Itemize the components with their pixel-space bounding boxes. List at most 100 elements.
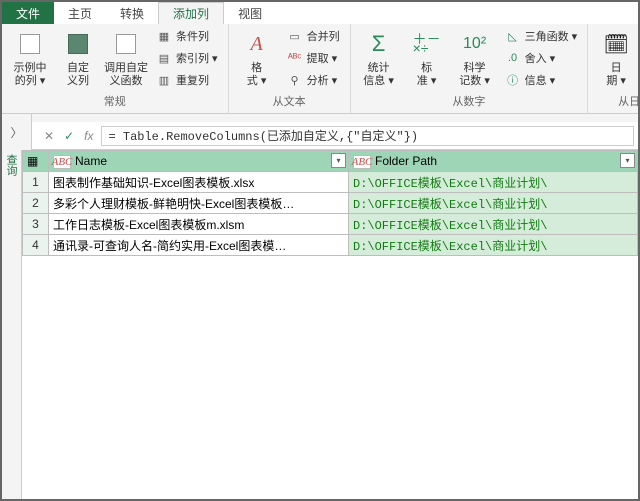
ribbon-group-text: A 格 式 ▾ ▭合并列 ᴬᴮᶜ提取 ▾ ⚲分析 ▾ 从文本: [229, 24, 351, 113]
extract-icon: ᴬᴮᶜ: [287, 50, 303, 66]
table-row[interactable]: 1图表制作基础知识-Excel图表模板.xlsxD:\OFFICE模板\Exce…: [23, 172, 638, 193]
btn-label: 信息 ▾: [525, 72, 556, 88]
type-abc-icon: ABC: [53, 155, 71, 169]
format-icon: A: [241, 28, 273, 60]
cancel-formula-icon[interactable]: ✕: [44, 129, 54, 143]
table-row[interactable]: 2多彩个人理财模板-鲜艳明快-Excel图表模板…D:\OFFICE模板\Exc…: [23, 193, 638, 214]
cell-name[interactable]: 图表制作基础知识-Excel图表模板.xlsx: [49, 172, 349, 193]
btn-label: 合并列: [307, 28, 340, 44]
tab-file[interactable]: 文件: [2, 2, 54, 24]
btn-date[interactable]: 🗓 日 期 ▾: [594, 26, 638, 90]
btn-trig[interactable]: ◺三角函数 ▾: [501, 26, 582, 46]
btn-label: 分析 ▾: [307, 72, 338, 88]
ribbon: 示例中 的列 ▾ 自定 义列 调用自定 义函数 ▦条件列 ▤索引列 ▾ ▥重复列…: [2, 24, 638, 114]
fx-icon[interactable]: fx: [84, 129, 93, 143]
btn-label: 条件列: [176, 28, 209, 44]
cell-folder-path[interactable]: D:\OFFICE模板\Excel\商业计划\: [349, 214, 638, 235]
btn-rounding[interactable]: .0舍入 ▾: [501, 48, 582, 68]
cell-folder-path[interactable]: D:\OFFICE模板\Excel\商业计划\: [349, 193, 638, 214]
info-icon: ⓘ: [505, 72, 521, 88]
group-label-text: 从文本: [235, 91, 344, 113]
formula-input[interactable]: = Table.RemoveColumns(已添加自定义,{"自定义"}): [101, 126, 634, 146]
btn-label: 提取 ▾: [307, 50, 338, 66]
tab-home[interactable]: 主页: [54, 2, 106, 24]
btn-conditional-column[interactable]: ▦条件列: [152, 26, 222, 46]
btn-label: 索引列 ▾: [176, 50, 218, 66]
btn-label: 格 式 ▾: [247, 62, 267, 88]
grid-corner[interactable]: ▦: [23, 151, 49, 172]
table-add-icon: [62, 28, 94, 60]
table-row[interactable]: 3工作日志模板-Excel图表模板m.xlsmD:\OFFICE模板\Excel…: [23, 214, 638, 235]
scientific-icon: 10²: [459, 28, 491, 60]
btn-column-from-example[interactable]: 示例中 的列 ▾: [8, 26, 52, 90]
duplicate-icon: ▥: [156, 72, 172, 88]
cell-folder-path[interactable]: D:\OFFICE模板\Excel\商业计划\: [349, 172, 638, 193]
row-header[interactable]: 1: [23, 172, 49, 193]
btn-label: 舍入 ▾: [525, 50, 556, 66]
btn-parse[interactable]: ⚲分析 ▾: [283, 70, 344, 90]
sigma-icon: Σ: [363, 28, 395, 60]
column-label: Folder Path: [375, 154, 437, 168]
btn-merge-columns[interactable]: ▭合并列: [283, 26, 344, 46]
row-header[interactable]: 3: [23, 214, 49, 235]
parse-icon: ⚲: [287, 72, 303, 88]
btn-extract[interactable]: ᴬᴮᶜ提取 ▾: [283, 48, 344, 68]
group-label-number: 从数字: [357, 91, 582, 113]
btn-statistics[interactable]: Σ 统计 信息 ▾: [357, 26, 401, 90]
ribbon-group-general: 示例中 的列 ▾ 自定 义列 调用自定 义函数 ▦条件列 ▤索引列 ▾ ▥重复列…: [2, 24, 229, 113]
filter-dropdown-icon[interactable]: ▾: [331, 153, 346, 168]
grid-zone: ▦ ABC Name ▾ ABC Folder Path ▾ 1图表制作基础知识-E…: [22, 150, 638, 499]
group-label-date: 从日期和: [594, 91, 640, 113]
pane-toggle[interactable]: 〉: [2, 114, 32, 150]
conditional-icon: ▦: [156, 28, 172, 44]
btn-label: 调用自定 义函数: [104, 62, 148, 88]
ribbon-group-number: Σ 统计 信息 ▾ ＋－×÷ 标 准 ▾ 10² 科学 记数 ▾ ◺三角函数 ▾…: [351, 24, 589, 113]
ribbon-tabbar: 文件 主页 转换 添加列 视图: [2, 2, 638, 24]
btn-standard[interactable]: ＋－×÷ 标 准 ▾: [405, 26, 449, 90]
btn-invoke-custom-fn[interactable]: 调用自定 义函数: [104, 26, 148, 90]
btn-custom-column[interactable]: 自定 义列: [56, 26, 100, 90]
btn-label: 统计 信息 ▾: [363, 62, 394, 88]
table-fx-icon: [110, 28, 142, 60]
column-label: Name: [75, 154, 107, 168]
btn-label: 三角函数 ▾: [525, 28, 578, 44]
trig-icon: ◺: [505, 28, 521, 44]
table-row[interactable]: 4通讯录-可查询人名-简约实用-Excel图表模…D:\OFFICE模板\Exc…: [23, 235, 638, 256]
queries-pane-collapsed[interactable]: 查询: [2, 150, 22, 499]
btn-format[interactable]: A 格 式 ▾: [235, 26, 279, 90]
index-icon: ▤: [156, 50, 172, 66]
row-header[interactable]: 2: [23, 193, 49, 214]
cell-name[interactable]: 通讯录-可查询人名-简约实用-Excel图表模…: [49, 235, 349, 256]
cell-folder-path[interactable]: D:\OFFICE模板\Excel\商业计划\: [349, 235, 638, 256]
filter-dropdown-icon[interactable]: ▾: [620, 153, 635, 168]
tab-view[interactable]: 视图: [224, 2, 276, 24]
btn-label: 日 期 ▾: [606, 62, 626, 88]
btn-index-column[interactable]: ▤索引列 ▾: [152, 48, 222, 68]
ribbon-group-date: 🗓 日 期 ▾ 🕓 时 间 ▾ 从日期和: [588, 24, 640, 113]
data-grid: ▦ ABC Name ▾ ABC Folder Path ▾ 1图表制作基础知识-E…: [22, 150, 638, 256]
type-abc-icon: ABC: [353, 155, 371, 169]
column-header-name[interactable]: ABC Name ▾: [49, 151, 349, 172]
formula-bar: ✕ ✓ fx = Table.RemoveColumns(已添加自定义,{"自定…: [32, 122, 638, 150]
btn-label: 重复列: [176, 72, 209, 88]
column-header-folderpath[interactable]: ABC Folder Path ▾: [349, 151, 638, 172]
calendar-icon: 🗓: [600, 28, 632, 60]
cell-name[interactable]: 工作日志模板-Excel图表模板m.xlsm: [49, 214, 349, 235]
main-area: 查询 ▦ ABC Name ▾ ABC Folder Path ▾: [2, 150, 638, 499]
btn-label: 标 准 ▾: [417, 62, 437, 88]
tab-add-column[interactable]: 添加列: [158, 2, 224, 24]
btn-info[interactable]: ⓘ信息 ▾: [501, 70, 582, 90]
btn-label: 科学 记数 ▾: [459, 62, 490, 88]
btn-label: 自定 义列: [67, 62, 89, 88]
cell-name[interactable]: 多彩个人理财模板-鲜艳明快-Excel图表模板…: [49, 193, 349, 214]
tab-convert[interactable]: 转换: [106, 2, 158, 24]
table-star-icon: [14, 28, 46, 60]
btn-duplicate-column[interactable]: ▥重复列: [152, 70, 222, 90]
standard-icon: ＋－×÷: [411, 28, 443, 60]
row-header[interactable]: 4: [23, 235, 49, 256]
round-icon: .0: [505, 50, 521, 66]
btn-label: 示例中 的列 ▾: [14, 62, 47, 88]
merge-icon: ▭: [287, 28, 303, 44]
accept-formula-icon[interactable]: ✓: [64, 129, 74, 143]
btn-scientific[interactable]: 10² 科学 记数 ▾: [453, 26, 497, 90]
